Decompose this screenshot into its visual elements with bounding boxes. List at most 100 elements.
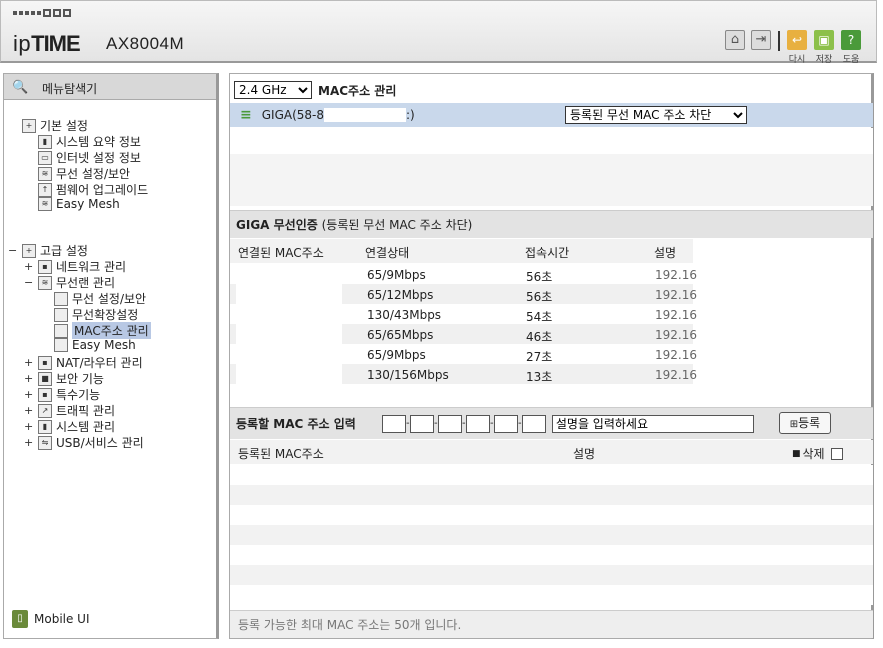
page-icon	[54, 338, 68, 352]
wifi-icon: ≋	[38, 197, 52, 211]
conn-desc: 192.16	[655, 288, 697, 302]
sidebar-item-wireless[interactable]: ≋ 무선 설정/보안	[38, 165, 130, 182]
band-select[interactable]: 2.4 GHz	[234, 81, 312, 99]
register-button[interactable]: ⊞등록	[779, 412, 831, 434]
conn-status: 130/156Mbps	[367, 368, 449, 382]
monitor-icon: ▭	[38, 150, 52, 165]
mobile-ui-link[interactable]: ▯ Mobile UI	[12, 610, 90, 628]
mac-octet-4[interactable]	[465, 414, 490, 433]
expand-icon: +	[24, 404, 34, 417]
sidebar-item-network[interactable]: + ▪ 네트워크 관리	[24, 258, 126, 275]
save-icon[interactable]: ▣	[814, 30, 834, 50]
menu-search[interactable]: 🔍 메뉴탐색기	[4, 74, 216, 100]
conn-status: 65/65Mbps	[367, 328, 434, 342]
mac-octet-3[interactable]	[437, 414, 462, 433]
sidebar-item-traffic[interactable]: + ↗ 트래픽 관리	[24, 402, 115, 419]
conn-time: 27초	[526, 350, 553, 364]
conn-time: 54초	[526, 310, 553, 324]
network-icon: ▪	[38, 259, 52, 274]
col-mac: 연결된 MAC주소	[238, 246, 324, 260]
sidebar-item-usb[interactable]: + ⇋ USB/서비스 관리	[24, 434, 144, 451]
collapse-icon: −	[24, 276, 34, 289]
router-icon: ▪	[38, 355, 52, 370]
page-icon	[54, 307, 68, 322]
sidebar-item-special[interactable]: + ▪ 특수기능	[24, 386, 100, 403]
conn-status: 130/43Mbps	[367, 308, 442, 322]
exit-icon[interactable]: ↩	[787, 30, 807, 50]
sidebar-item-system[interactable]: + ▮ 시스템 관리	[24, 418, 115, 435]
tree-advanced[interactable]: − + 고급 설정	[8, 242, 88, 259]
expand-icon: +	[24, 372, 34, 385]
expand-icon: +	[24, 260, 34, 273]
sidebar-item-wlan[interactable]: − ≋ 무선랜 관리	[24, 274, 115, 291]
header-bar: ipTIME AX8004M ⌂ ⇥ ↩ 다시 ▣ 저장 ? 도움	[0, 0, 877, 65]
page-icon	[54, 291, 68, 306]
folder-icon: +	[22, 118, 36, 133]
logout-icon[interactable]: ⇥	[751, 30, 771, 50]
logo-mark	[13, 9, 71, 17]
conn-time: 13초	[526, 370, 553, 384]
expand-icon: +	[24, 388, 34, 401]
sidebar-item-firmware[interactable]: ↑ 펌웨어 업그레이드	[38, 181, 148, 198]
sidebar-subitem-mac[interactable]: MAC주소 관리	[54, 322, 151, 339]
sidebar-subitem-extension[interactable]: 무선확장설정	[54, 306, 138, 323]
mac-octet-5[interactable]	[493, 414, 518, 433]
conn-desc: 192.16	[655, 308, 697, 322]
folder-icon: +	[22, 243, 36, 258]
ssid-label: GIGA(58-8	[261, 108, 324, 122]
usb-icon: ⇋	[38, 435, 52, 450]
col-reg-mac: 등록된 MAC주소	[238, 447, 324, 461]
delete-icon: ■	[792, 448, 801, 459]
home-icon[interactable]: ⌂	[725, 30, 745, 50]
description-input[interactable]	[551, 414, 754, 433]
mac-octet-2[interactable]	[409, 414, 434, 433]
expand-icon: +	[24, 420, 34, 433]
tree-basic[interactable]: + 기본 설정	[22, 117, 88, 134]
upgrade-icon: ↑	[38, 182, 52, 197]
mobile-icon: ▯	[12, 610, 28, 628]
sidebar-subitem-wireless-security[interactable]: 무선 설정/보안	[54, 290, 146, 307]
register-section: 등록할 MAC 주소 입력 - - - - -	[230, 407, 873, 439]
input-label: 등록할 MAC 주소 입력	[236, 417, 356, 431]
conn-time: 56초	[526, 290, 553, 304]
col-time: 접속시간	[525, 246, 570, 260]
sidebar-item-system-summary[interactable]: ▮ 시스템 요약 정보	[38, 133, 141, 150]
conn-status: 65/12Mbps	[367, 288, 434, 302]
page-icon	[54, 323, 68, 338]
sidebar: 🔍 메뉴탐색기 + 기본 설정 ▮ 시스템 요약 정보 ▭ 인터넷 설정 정보 ≋ 무선…	[3, 73, 219, 639]
main-panel: 2.4 GHz MAC주소 관리 ≡ GIGA(58-8 :) 등록된 무선 M…	[229, 73, 874, 639]
mac-input-group: - - - - -	[381, 414, 546, 433]
sidebar-item-internet[interactable]: ▭ 인터넷 설정 정보	[38, 149, 141, 166]
sidebar-subitem-easymesh[interactable]: Easy Mesh	[54, 338, 136, 352]
conn-time: 56초	[526, 270, 553, 284]
mac-octet-1[interactable]	[381, 414, 406, 433]
conn-status: 65/9Mbps	[367, 268, 426, 282]
help-icon[interactable]: ?	[841, 30, 861, 50]
collapse-icon: −	[8, 244, 18, 257]
ssid-row: ≡ GIGA(58-8 :) 등록된 무선 MAC 주소 차단	[230, 103, 873, 127]
policy-select[interactable]: 등록된 무선 MAC 주소 차단	[565, 106, 747, 124]
traffic-icon: ↗	[38, 403, 52, 418]
wifi-icon: ≋	[38, 275, 52, 290]
top-bar: 2.4 GHz MAC주소 관리	[230, 80, 873, 100]
col-desc: 설명	[654, 246, 677, 260]
mac-octet-6[interactable]	[521, 414, 546, 433]
sidebar-item-security[interactable]: + ■ 보안 기능	[24, 370, 104, 387]
ssid-suffix: :)	[406, 108, 415, 122]
conn-desc: 192.16	[655, 368, 697, 382]
redacted-block	[236, 264, 342, 384]
conn-status: 65/9Mbps	[367, 348, 426, 362]
conn-time: 46초	[526, 330, 553, 344]
brand-logo: ipTIME	[13, 31, 81, 56]
special-icon: ▪	[38, 387, 52, 402]
sidebar-item-easymesh[interactable]: ≋ Easy Mesh	[38, 197, 120, 211]
col-status: 연결상태	[365, 246, 410, 260]
sidebar-item-nat[interactable]: + ▪ NAT/라우터 관리	[24, 354, 143, 371]
menu-search-label: 메뉴탐색기	[42, 82, 98, 96]
exit-label: 다시	[788, 55, 806, 65]
redacted-block	[324, 108, 406, 122]
select-all-checkbox[interactable]	[830, 447, 843, 460]
save-label: 저장	[815, 55, 833, 65]
help-label: 도움	[842, 55, 860, 65]
add-icon: ⊞	[789, 419, 799, 430]
